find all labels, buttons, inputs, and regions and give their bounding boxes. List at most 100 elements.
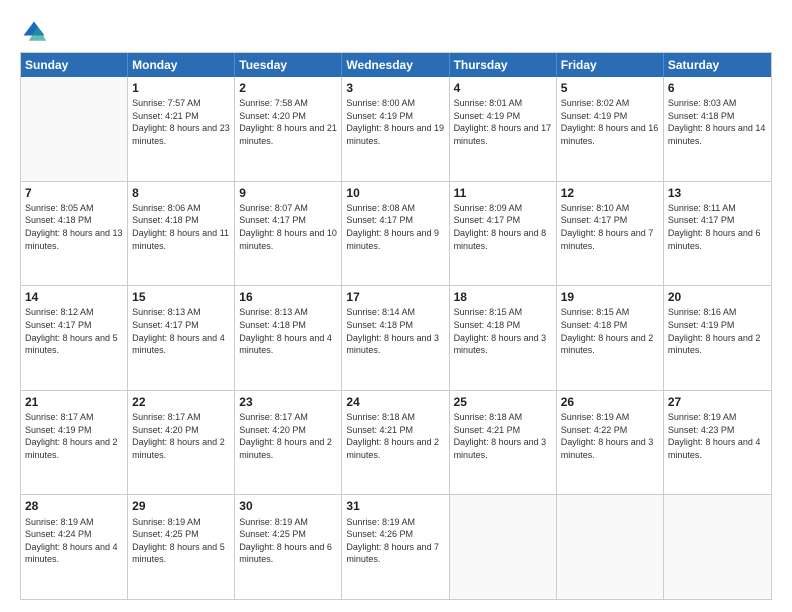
day-number: 26 [561, 394, 659, 410]
calendar-cell: 29 Sunrise: 8:19 AMSunset: 4:25 PMDayligh… [128, 495, 235, 599]
cell-info: Sunrise: 8:07 AMSunset: 4:17 PMDaylight:… [239, 202, 337, 252]
day-number: 28 [25, 498, 123, 514]
calendar-cell: 10Sunrise: 8:08 AMSunset: 4:17 PMDayligh… [342, 182, 449, 286]
calendar-cell [664, 495, 771, 599]
calendar: SundayMondayTuesdayWednesdayThursdayFrid… [20, 52, 772, 600]
day-number: 17 [346, 289, 444, 305]
cell-info: Sunrise: 8:05 AMSunset: 4:18 PMDaylight:… [25, 202, 123, 252]
calendar-cell [557, 495, 664, 599]
calendar-cell: 13Sunrise: 8:11 AMSunset: 4:17 PMDayligh… [664, 182, 771, 286]
calendar-cell: 14Sunrise: 8:12 AMSunset: 4:17 PMDayligh… [21, 286, 128, 390]
cell-info: Sunrise: 8:10 AMSunset: 4:17 PMDaylight:… [561, 202, 659, 252]
calendar-cell: 26Sunrise: 8:19 AMSunset: 4:22 PMDayligh… [557, 391, 664, 495]
cell-info: Sunrise: 8:03 AMSunset: 4:18 PMDaylight:… [668, 97, 767, 147]
calendar-cell: 23Sunrise: 8:17 AMSunset: 4:20 PMDayligh… [235, 391, 342, 495]
calendar-cell: 30Sunrise: 8:19 AMSunset: 4:25 PMDayligh… [235, 495, 342, 599]
day-number: 16 [239, 289, 337, 305]
page: SundayMondayTuesdayWednesdayThursdayFrid… [0, 0, 792, 612]
calendar-cell: 6Sunrise: 8:03 AMSunset: 4:18 PMDaylight… [664, 77, 771, 181]
cell-info: Sunrise: 8:15 AMSunset: 4:18 PMDaylight:… [561, 306, 659, 356]
day-number: 10 [346, 185, 444, 201]
day-number: 4 [454, 80, 552, 96]
calendar-header-cell: Thursday [450, 53, 557, 77]
calendar-header-row: SundayMondayTuesdayWednesdayThursdayFrid… [21, 53, 771, 77]
cell-info: Sunrise: 8:19 AMSunset: 4:26 PMDaylight:… [346, 516, 444, 566]
calendar-cell: 11Sunrise: 8:09 AMSunset: 4:17 PMDayligh… [450, 182, 557, 286]
cell-info: Sunrise: 8:19 AMSunset: 4:25 PMDaylight:… [132, 516, 230, 566]
header [20, 18, 772, 46]
cell-info: Sunrise: 8:12 AMSunset: 4:17 PMDaylight:… [25, 306, 123, 356]
calendar-cell: 7Sunrise: 8:05 AMSunset: 4:18 PMDaylight… [21, 182, 128, 286]
calendar-cell: 15Sunrise: 8:13 AMSunset: 4:17 PMDayligh… [128, 286, 235, 390]
logo [20, 18, 52, 46]
calendar-header-cell: Friday [557, 53, 664, 77]
calendar-cell: 25Sunrise: 8:18 AMSunset: 4:21 PMDayligh… [450, 391, 557, 495]
cell-info: Sunrise: 8:02 AMSunset: 4:19 PMDaylight:… [561, 97, 659, 147]
calendar-cell: 9Sunrise: 8:07 AMSunset: 4:17 PMDaylight… [235, 182, 342, 286]
day-number: 11 [454, 185, 552, 201]
calendar-week-row: 21Sunrise: 8:17 AMSunset: 4:19 PMDayligh… [21, 391, 771, 496]
cell-info: Sunrise: 8:11 AMSunset: 4:17 PMDaylight:… [668, 202, 767, 252]
day-number: 6 [668, 80, 767, 96]
cell-info: Sunrise: 8:06 AMSunset: 4:18 PMDaylight:… [132, 202, 230, 252]
calendar-cell: 5Sunrise: 8:02 AMSunset: 4:19 PMDaylight… [557, 77, 664, 181]
day-number: 19 [561, 289, 659, 305]
calendar-cell: 3Sunrise: 8:00 AMSunset: 4:19 PMDaylight… [342, 77, 449, 181]
day-number: 25 [454, 394, 552, 410]
day-number: 8 [132, 185, 230, 201]
calendar-cell: 20Sunrise: 8:16 AMSunset: 4:19 PMDayligh… [664, 286, 771, 390]
cell-info: Sunrise: 8:15 AMSunset: 4:18 PMDaylight:… [454, 306, 552, 356]
cell-info: Sunrise: 8:14 AMSunset: 4:18 PMDaylight:… [346, 306, 444, 356]
day-number: 3 [346, 80, 444, 96]
calendar-week-row: 14Sunrise: 8:12 AMSunset: 4:17 PMDayligh… [21, 286, 771, 391]
day-number: 15 [132, 289, 230, 305]
day-number: 7 [25, 185, 123, 201]
calendar-cell [450, 495, 557, 599]
calendar-cell: 8Sunrise: 8:06 AMSunset: 4:18 PMDaylight… [128, 182, 235, 286]
cell-info: Sunrise: 8:19 AMSunset: 4:23 PMDaylight:… [668, 411, 767, 461]
day-number: 12 [561, 185, 659, 201]
calendar-header-cell: Wednesday [342, 53, 449, 77]
cell-info: Sunrise: 8:18 AMSunset: 4:21 PMDaylight:… [454, 411, 552, 461]
cell-info: Sunrise: 8:19 AMSunset: 4:24 PMDaylight:… [25, 516, 123, 566]
calendar-cell: 22Sunrise: 8:17 AMSunset: 4:20 PMDayligh… [128, 391, 235, 495]
calendar-cell: 17Sunrise: 8:14 AMSunset: 4:18 PMDayligh… [342, 286, 449, 390]
cell-info: Sunrise: 8:17 AMSunset: 4:20 PMDaylight:… [239, 411, 337, 461]
cell-info: Sunrise: 7:58 AMSunset: 4:20 PMDaylight:… [239, 97, 337, 147]
calendar-cell: 24Sunrise: 8:18 AMSunset: 4:21 PMDayligh… [342, 391, 449, 495]
cell-info: Sunrise: 8:19 AMSunset: 4:22 PMDaylight:… [561, 411, 659, 461]
cell-info: Sunrise: 8:00 AMSunset: 4:19 PMDaylight:… [346, 97, 444, 147]
calendar-cell: 2Sunrise: 7:58 AMSunset: 4:20 PMDaylight… [235, 77, 342, 181]
calendar-cell: 27Sunrise: 8:19 AMSunset: 4:23 PMDayligh… [664, 391, 771, 495]
cell-info: Sunrise: 8:13 AMSunset: 4:18 PMDaylight:… [239, 306, 337, 356]
day-number: 31 [346, 498, 444, 514]
day-number: 29 [132, 498, 230, 514]
cell-info: Sunrise: 7:57 AMSunset: 4:21 PMDaylight:… [132, 97, 230, 147]
calendar-cell: 18Sunrise: 8:15 AMSunset: 4:18 PMDayligh… [450, 286, 557, 390]
calendar-cell: 1Sunrise: 7:57 AMSunset: 4:21 PMDaylight… [128, 77, 235, 181]
day-number: 18 [454, 289, 552, 305]
day-number: 13 [668, 185, 767, 201]
day-number: 30 [239, 498, 337, 514]
day-number: 22 [132, 394, 230, 410]
day-number: 24 [346, 394, 444, 410]
calendar-cell: 19Sunrise: 8:15 AMSunset: 4:18 PMDayligh… [557, 286, 664, 390]
calendar-week-row: 1Sunrise: 7:57 AMSunset: 4:21 PMDaylight… [21, 77, 771, 182]
day-number: 5 [561, 80, 659, 96]
cell-info: Sunrise: 8:17 AMSunset: 4:20 PMDaylight:… [132, 411, 230, 461]
day-number: 1 [132, 80, 230, 96]
calendar-header-cell: Saturday [664, 53, 771, 77]
calendar-cell: 12Sunrise: 8:10 AMSunset: 4:17 PMDayligh… [557, 182, 664, 286]
logo-icon [20, 18, 48, 46]
cell-info: Sunrise: 8:01 AMSunset: 4:19 PMDaylight:… [454, 97, 552, 147]
calendar-body: 1Sunrise: 7:57 AMSunset: 4:21 PMDaylight… [21, 77, 771, 599]
day-number: 27 [668, 394, 767, 410]
day-number: 20 [668, 289, 767, 305]
cell-info: Sunrise: 8:13 AMSunset: 4:17 PMDaylight:… [132, 306, 230, 356]
calendar-header-cell: Tuesday [235, 53, 342, 77]
calendar-cell: 21Sunrise: 8:17 AMSunset: 4:19 PMDayligh… [21, 391, 128, 495]
calendar-cell: 16Sunrise: 8:13 AMSunset: 4:18 PMDayligh… [235, 286, 342, 390]
calendar-cell [21, 77, 128, 181]
calendar-cell: 28 Sunrise: 8:19 AMSunset: 4:24 PMDayligh… [21, 495, 128, 599]
day-number: 2 [239, 80, 337, 96]
